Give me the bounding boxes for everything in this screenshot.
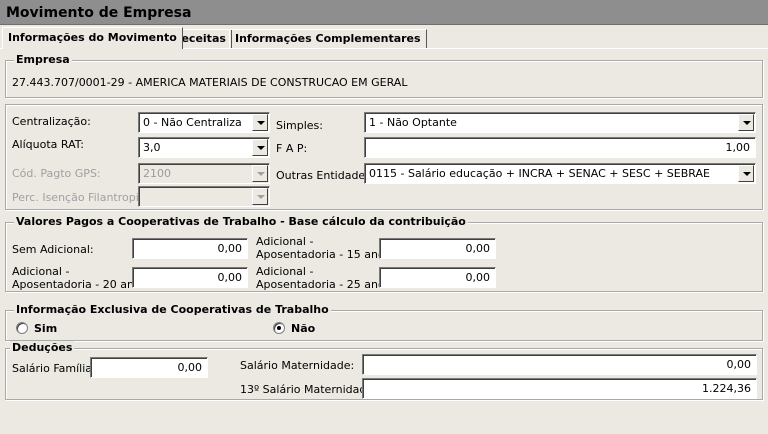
aliquota-rat-value: 3,0 — [143, 141, 161, 154]
empresa-group: Empresa 27.443.707/0001-29 - AMERICA MAT… — [5, 53, 763, 98]
perc-isencao-select[interactable] — [138, 186, 270, 207]
radio-nao[interactable] — [273, 322, 285, 334]
centralizacao-select[interactable]: 0 - Não Centraliza — [138, 112, 270, 133]
salario-maternidade-input[interactable]: 0,00 — [362, 354, 757, 375]
chevron-down-icon — [743, 172, 751, 176]
cod-pagto-gps-value: 2100 — [143, 167, 171, 180]
radio-sim[interactable] — [16, 322, 28, 334]
decimo-terceiro-label: 13º Salário Maternidade: — [240, 383, 377, 396]
tab-informacoes-movimento[interactable]: Informações do Movimento — [2, 27, 183, 49]
outras-entidades-select[interactable]: 0115 - Salário educação + INCRA + SENAC … — [364, 163, 756, 184]
aposent-20-label-line1: Adicional - — [12, 265, 70, 278]
deducoes-legend: Deduções — [10, 341, 75, 354]
radio-nao-label[interactable]: Não — [291, 322, 315, 335]
salario-familia-label: Salário Família: — [12, 362, 96, 375]
aliquota-rat-dropdown-button[interactable] — [252, 139, 268, 156]
salario-maternidade-label: Salário Maternidade: — [240, 359, 355, 372]
aposent-20-input[interactable]: 0,00 — [132, 267, 248, 288]
outras-entidades-value: 0115 - Salário educação + INCRA + SENAC … — [369, 167, 710, 180]
radio-selected-dot — [277, 326, 281, 330]
aposent-25-label-line2: Aposentadoria - 25 anos: — [256, 278, 395, 291]
cod-pagto-gps-dropdown-button[interactable] — [252, 165, 268, 182]
chevron-down-icon — [257, 121, 265, 125]
cod-pagto-gps-select[interactable]: 2100 — [138, 163, 270, 184]
centralizacao-dropdown-button[interactable] — [252, 114, 268, 131]
aposent-25-input[interactable]: 0,00 — [379, 267, 496, 288]
fap-label: F A P: — [276, 142, 308, 155]
tab-informacoes-complementares[interactable]: Informações Complementares — [229, 29, 427, 48]
aposent-15-label: Adicional - Aposentadoria - 15 anos: — [256, 235, 394, 261]
exclusiva-legend: Informação Exclusiva de Cooperativas de … — [14, 303, 331, 316]
aposent-25-label: Adicional - Aposentadoria - 25 anos: — [256, 265, 394, 291]
outras-entidades-dropdown-button[interactable] — [738, 165, 754, 182]
tab-bar: Informações do Movimento Receitas Inform… — [0, 27, 768, 49]
empresa-legend: Empresa — [14, 53, 72, 66]
aposent-20-label-line2: Aposentadoria - 20 anos: — [12, 278, 151, 291]
chevron-down-icon — [257, 146, 265, 150]
perc-isencao-label: Perc. Isenção Filantropia: — [12, 191, 150, 204]
decimo-terceiro-input[interactable]: 1.224,36 — [362, 378, 757, 399]
cooperativas-group: Valores Pagos a Cooperativas de Trabalho… — [5, 215, 763, 292]
salario-familia-input[interactable]: 0,00 — [90, 357, 208, 378]
simples-select[interactable]: 1 - Não Optante — [364, 112, 756, 133]
aposent-15-label-line1: Adicional - — [256, 235, 314, 248]
perc-isencao-dropdown-button[interactable] — [252, 188, 268, 205]
sem-adicional-input[interactable]: 0,00 — [132, 238, 248, 259]
aliquota-rat-label: Alíquota RAT: — [12, 138, 84, 151]
config-group: Centralização: 0 - Não Centraliza Alíquo… — [5, 104, 763, 210]
aposent-25-label-line1: Adicional - — [256, 265, 314, 278]
deducoes-group: Deduções Salário Família: 0,00 Salário M… — [5, 341, 763, 400]
aposent-15-label-line2: Aposentadoria - 15 anos: — [256, 248, 395, 261]
empresa-value: 27.443.707/0001-29 - AMERICA MATERIAIS D… — [12, 76, 408, 89]
centralizacao-value: 0 - Não Centraliza — [143, 116, 242, 129]
aposent-15-input[interactable]: 0,00 — [379, 238, 496, 259]
chevron-down-icon — [743, 121, 751, 125]
aposent-20-label: Adicional - Aposentadoria - 20 anos: — [12, 265, 150, 291]
simples-dropdown-button[interactable] — [738, 114, 754, 131]
chevron-down-icon — [257, 195, 265, 199]
exclusiva-group: Informação Exclusiva de Cooperativas de … — [5, 303, 763, 341]
aliquota-rat-select[interactable]: 3,0 — [138, 137, 270, 158]
cod-pagto-gps-label: Cód. Pagto GPS: — [12, 167, 101, 180]
simples-label: Simples: — [276, 119, 323, 132]
centralizacao-label: Centralização: — [12, 115, 91, 128]
simples-value: 1 - Não Optante — [369, 116, 457, 129]
outras-entidades-label: Outras Entidades: — [276, 169, 375, 182]
sem-adicional-label: Sem Adicional: — [12, 243, 94, 256]
cooperativas-legend: Valores Pagos a Cooperativas de Trabalho… — [14, 215, 468, 228]
window-title: Movimento de Empresa — [0, 0, 768, 25]
radio-sim-label[interactable]: Sim — [34, 322, 57, 335]
chevron-down-icon — [257, 172, 265, 176]
fap-input[interactable]: 1,00 — [364, 137, 756, 158]
